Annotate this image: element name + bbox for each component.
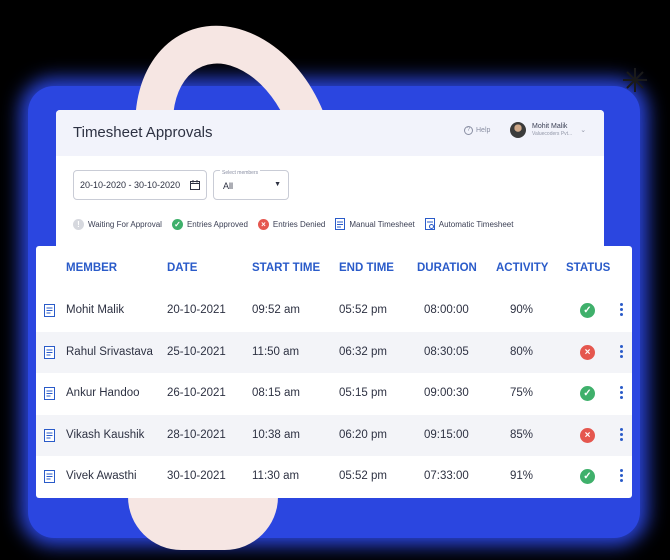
denied-icon: × bbox=[580, 344, 595, 360]
cell-start-time: 09:52 am bbox=[252, 304, 300, 316]
table-row[interactable]: Ankur Handoo 26-10-2021 08:15 am 05:15 pm 09… bbox=[36, 373, 632, 415]
denied-icon: × bbox=[580, 427, 595, 443]
check-icon: ✓ bbox=[171, 218, 183, 230]
cell-date: 28-10-2021 bbox=[167, 428, 226, 441]
timesheet-table: MEMBER DATE START TIME END TIME DURATION… bbox=[36, 246, 632, 498]
user-menu[interactable]: Mohit Malik Valuecoders Pvt... ⌄ bbox=[510, 122, 586, 138]
approved-icon: ✓ bbox=[580, 386, 595, 402]
help-link[interactable]: ? Help bbox=[464, 126, 490, 135]
legend-label: Entries Denied bbox=[272, 219, 326, 229]
legend-denied: × Entries Denied bbox=[257, 218, 326, 230]
user-company: Valuecoders Pvt... bbox=[532, 131, 573, 137]
cell-start-time: 10:38 am bbox=[252, 428, 300, 441]
table-row[interactable]: Vivek Awasthi 30-10-2021 11:30 am 05:52 pm 0… bbox=[36, 456, 632, 498]
legend-automatic: Automatic Timesheet bbox=[424, 218, 514, 230]
more-options-icon[interactable] bbox=[620, 344, 624, 358]
col-start-time[interactable]: START TIME bbox=[252, 262, 320, 274]
cell-start-time: 11:30 am bbox=[252, 470, 300, 483]
cell-end-time: 05:52 pm bbox=[339, 304, 387, 316]
cell-date: 30-10-2021 bbox=[167, 470, 226, 483]
cell-activity: 80% bbox=[510, 345, 534, 358]
cell-date: 20-10-2021 bbox=[167, 304, 226, 316]
cell-start-time: 11:50 am bbox=[252, 345, 300, 358]
approved-icon: ✓ bbox=[580, 303, 595, 318]
chevron-down-icon: ⌄ bbox=[580, 127, 587, 134]
more-options-icon[interactable] bbox=[620, 469, 624, 483]
legend-manual: Manual Timesheet bbox=[335, 218, 415, 230]
cell-activity: 85% bbox=[510, 428, 534, 441]
table-body: Mohit Malik 20-10-2021 09:52 am 05:52 pm 08:… bbox=[36, 290, 632, 498]
cell-member: Vivek Awasthi bbox=[66, 470, 137, 483]
caret-down-icon: ▼ bbox=[274, 181, 281, 188]
legend-label: Automatic Timesheet bbox=[438, 219, 514, 229]
legend-approved: ✓ Entries Approved bbox=[171, 218, 248, 230]
page-title: Timesheet Approvals bbox=[73, 124, 213, 141]
manual-timesheet-icon bbox=[44, 470, 55, 484]
table-header: MEMBER DATE START TIME END TIME DURATION… bbox=[36, 246, 632, 290]
waiting-icon: ! bbox=[73, 218, 84, 230]
cell-end-time: 05:15 pm bbox=[339, 387, 387, 400]
table-row[interactable]: Vikash Kaushik 28-10-2021 10:38 am 06:20 pm… bbox=[36, 414, 632, 457]
automatic-timesheet-icon bbox=[424, 218, 435, 230]
cell-start-time: 08:15 am bbox=[252, 387, 300, 400]
cell-duration: 08:00:00 bbox=[424, 304, 469, 316]
approved-icon: ✓ bbox=[580, 469, 595, 485]
sparkle-icon bbox=[623, 68, 647, 92]
manual-timesheet-icon bbox=[44, 304, 55, 317]
table-row[interactable]: Mohit Malik 20-10-2021 09:52 am 05:52 pm 08:… bbox=[36, 290, 632, 332]
manual-timesheet-icon bbox=[44, 387, 55, 401]
cell-date: 25-10-2021 bbox=[167, 345, 226, 358]
filter-bar: 20-10-2020 - 30-10-2020 Select members A… bbox=[73, 170, 289, 200]
cell-end-time: 06:32 pm bbox=[339, 345, 387, 358]
manual-timesheet-icon bbox=[44, 345, 55, 359]
members-select-value: All bbox=[223, 181, 234, 191]
cell-end-time: 05:52 pm bbox=[339, 470, 387, 483]
date-range-value: 20-10-2020 - 30-10-2020 bbox=[80, 180, 181, 190]
avatar bbox=[510, 122, 526, 138]
approvals-panel: Timesheet Approvals ? Help Mohit Malik V… bbox=[56, 110, 604, 260]
col-activity[interactable]: ACTIVITY bbox=[496, 262, 548, 274]
more-options-icon[interactable] bbox=[620, 427, 624, 441]
more-options-icon[interactable] bbox=[620, 386, 624, 400]
cell-member: Vikash Kaushik bbox=[66, 428, 145, 441]
cell-duration: 09:15:00 bbox=[424, 428, 469, 441]
cell-date: 26-10-2021 bbox=[167, 387, 226, 400]
date-range-picker[interactable]: 20-10-2020 - 30-10-2020 bbox=[73, 170, 207, 200]
cell-duration: 09:00:30 bbox=[424, 387, 469, 400]
legend-label: Manual Timesheet bbox=[349, 219, 415, 229]
members-select-label: Select members bbox=[220, 170, 261, 176]
cell-activity: 90% bbox=[510, 304, 534, 316]
help-label: Help bbox=[476, 127, 491, 134]
cross-icon: × bbox=[257, 218, 269, 230]
user-name: Mohit Malik bbox=[532, 123, 568, 130]
cell-duration: 08:30:05 bbox=[424, 345, 469, 358]
cell-activity: 75% bbox=[510, 387, 534, 400]
members-select[interactable]: Select members All ▼ bbox=[213, 170, 289, 200]
calendar-icon bbox=[190, 180, 200, 190]
cell-member: Rahul Srivastava bbox=[66, 345, 153, 358]
legend-waiting: ! Waiting For Approval bbox=[73, 218, 162, 230]
cell-activity: 91% bbox=[510, 470, 534, 483]
more-options-icon[interactable] bbox=[620, 303, 624, 316]
cell-duration: 07:33:00 bbox=[424, 470, 469, 483]
manual-timesheet-icon bbox=[44, 428, 55, 442]
col-end-time[interactable]: END TIME bbox=[339, 262, 394, 274]
col-member[interactable]: MEMBER bbox=[66, 262, 117, 274]
legend-label: Waiting For Approval bbox=[88, 219, 162, 229]
legend-label: Entries Approved bbox=[186, 219, 248, 229]
col-date[interactable]: DATE bbox=[167, 262, 197, 274]
cell-member: Ankur Handoo bbox=[66, 387, 140, 400]
col-status[interactable]: STATUS bbox=[566, 262, 610, 274]
table-row[interactable]: Rahul Srivastava 25-10-2021 11:50 am 06:32 … bbox=[36, 331, 632, 374]
status-legend: ! Waiting For Approval ✓ Entries Approve… bbox=[73, 218, 513, 230]
cell-end-time: 06:20 pm bbox=[339, 428, 387, 441]
help-icon: ? bbox=[464, 126, 473, 135]
manual-timesheet-icon bbox=[335, 218, 346, 230]
cell-member: Mohit Malik bbox=[66, 304, 125, 316]
col-duration[interactable]: DURATION bbox=[417, 262, 477, 274]
top-bar: Timesheet Approvals ? Help Mohit Malik V… bbox=[56, 110, 604, 156]
